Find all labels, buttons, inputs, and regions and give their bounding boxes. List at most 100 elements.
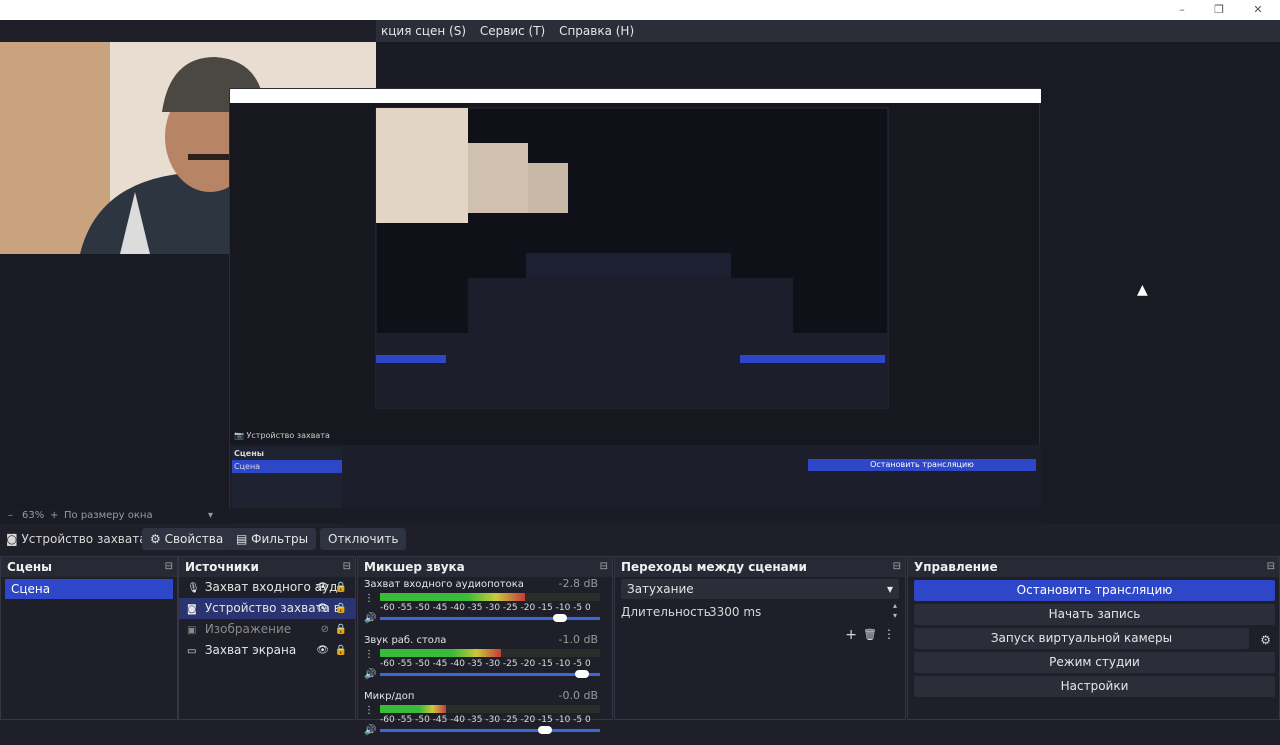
scene-item[interactable]: Сцена — [5, 579, 173, 599]
duration-row: Длительность 3300 ms ▴ ▾ — [615, 601, 905, 625]
duration-input[interactable]: 3300 ms — [709, 605, 761, 619]
dock-menu-icon[interactable]: ⊟ — [1267, 557, 1275, 577]
fit-mode[interactable]: По размеру окна — [64, 510, 153, 521]
eye-icon[interactable]: 👁 — [316, 598, 329, 619]
mixer-channel-db: -2.8 dB — [558, 577, 599, 590]
zoom-level: 63% — [22, 510, 45, 521]
eye-off-icon[interactable]: ⊘ — [321, 619, 329, 640]
volume-slider-knob[interactable] — [538, 726, 552, 734]
studio-mode-button[interactable]: Режим студии — [914, 652, 1275, 673]
scenes-dock: Сцены ⊟ Сцена — [0, 556, 178, 720]
source-item-audio-input[interactable]: 🎙 Захват входного ауд 👁 🔒 — [179, 577, 355, 598]
minimize-icon[interactable]: – — [1172, 2, 1192, 18]
eye-icon[interactable]: 👁 — [316, 640, 329, 661]
filters-button[interactable]: ▤ Фильтры — [228, 528, 317, 550]
meter-scale: -60 -55 -50 -45 -40 -35 -30 -25 -20 -15 … — [380, 715, 591, 725]
dock-menu-icon[interactable]: ⊟ — [343, 557, 351, 577]
dock-menu-icon[interactable]: ⊟ — [165, 557, 173, 577]
volume-meter-fill — [380, 593, 526, 601]
lock-icon[interactable]: 🔒 — [335, 577, 347, 598]
source-item-image[interactable]: ▣ Изображение ⊘ 🔒 — [179, 619, 355, 640]
source-toolbar: ◙ Устройство захвата ⚙ Свойства ▤ Фильтр… — [0, 526, 1280, 552]
chevron-down-icon[interactable]: ▾ — [208, 510, 213, 521]
settings-button[interactable]: Настройки — [914, 676, 1275, 697]
mixer-channel-name: Звук раб. стола — [364, 635, 447, 646]
volume-slider[interactable] — [380, 729, 600, 732]
transitions-dock-title: Переходы между сценами ⊟ — [615, 557, 905, 577]
monitor-icon: ▭ — [187, 646, 197, 657]
controls-dock: Управление ⊟ Остановить трансляцию Начат… — [907, 556, 1280, 720]
filter-icon: ▤ — [236, 532, 248, 546]
add-icon[interactable]: + — [845, 627, 857, 643]
start-virtual-camera-button[interactable]: Запуск виртуальной камеры — [914, 628, 1249, 649]
dock-menu-icon[interactable]: ⊟ — [893, 557, 901, 577]
window-titlebar: – ❐ ✕ — [0, 0, 1280, 20]
lock-icon[interactable]: 🔒 — [335, 619, 347, 640]
close-icon[interactable]: ✕ — [1248, 2, 1268, 18]
mixer-dock-title: Микшер звука ⊟ — [358, 557, 612, 577]
gear-icon[interactable]: ⚙ — [1260, 633, 1271, 647]
menu-help[interactable]: Справка (H) — [554, 20, 639, 42]
scenes-dock-title: Сцены ⊟ — [1, 557, 177, 577]
volume-slider-knob[interactable] — [575, 670, 590, 678]
menu-scene-collection[interactable]: кция сцен (S) — [376, 20, 471, 42]
mixer-dock: Микшер звука ⊟ Захват входного аудиопото… — [357, 556, 613, 736]
start-recording-button[interactable]: Начать запись — [914, 604, 1275, 625]
microphone-icon: 🎙 — [187, 583, 200, 594]
volume-slider-knob[interactable] — [553, 614, 568, 622]
menu-bar: кция сцен (S) Сервис (T) Справка (H) — [376, 20, 1280, 42]
transition-select[interactable]: Затухание ▾ — [621, 579, 899, 599]
duration-stepper[interactable]: ▴ ▾ — [893, 601, 897, 621]
mixer-channel-db: -1.0 dB — [558, 633, 599, 646]
chevron-down-icon: ▾ — [886, 582, 893, 596]
mouse-cursor: ▲ — [1137, 282, 1148, 298]
nested-titlebar — [230, 89, 1041, 103]
more-icon[interactable]: ⋮ — [364, 649, 374, 661]
source-item-screen-capture[interactable]: ▭ Захват экрана 👁 🔒 — [179, 640, 355, 661]
volume-slider[interactable] — [380, 673, 600, 676]
zoom-plus[interactable]: + — [50, 510, 58, 521]
preview-status: – 63% + По размеру окна ▾ — [0, 508, 1280, 524]
virtual-camera-row: Запуск виртуальной камеры ⚙ — [908, 628, 1279, 649]
source-item-capture-device[interactable]: ◙ Устройство захвата в 👁 🔒 — [179, 598, 355, 619]
trash-icon[interactable]: 🗑 — [863, 628, 877, 641]
source-toolbar-name: ◙ Устройство захвата — [6, 532, 147, 546]
dock-menu-icon[interactable]: ⊟ — [600, 557, 608, 577]
more-icon[interactable]: ⋮ — [364, 593, 374, 605]
menu-tools[interactable]: Сервис (T) — [475, 20, 550, 42]
more-icon[interactable]: ⋮ — [364, 705, 374, 717]
controls-dock-title: Управление ⊟ — [908, 557, 1279, 577]
speaker-icon[interactable]: 🔊 — [364, 725, 376, 736]
speaker-icon[interactable]: 🔊 — [364, 669, 376, 680]
preview-canvas[interactable]: 📷 Устройство захвата Сцены Сцена Останов… — [0, 42, 1280, 545]
lock-icon[interactable]: 🔒 — [335, 598, 347, 619]
disable-button[interactable]: Отключить — [320, 528, 407, 550]
lock-icon[interactable]: 🔒 — [335, 640, 347, 661]
mixer-channel: Микр/доп -0.0 dB ⋮ -60 -55 -50 -45 -40 -35 … — [358, 689, 612, 745]
properties-button[interactable]: ⚙ Свойства — [142, 528, 232, 550]
eye-icon[interactable]: 👁 — [316, 577, 329, 598]
gear-icon: ⚙ — [150, 532, 161, 546]
camera-icon: ◙ — [6, 532, 18, 546]
mixer-channel: Захват входного аудиопотока -2.8 dB ⋮ -60 -… — [358, 577, 612, 633]
volume-meter-fill — [380, 705, 446, 713]
nested-source-name: 📷 Устройство захвата — [234, 431, 330, 440]
zoom-minus[interactable]: – — [8, 510, 13, 521]
sources-dock: Источники ⊟ 🎙 Захват входного ауд 👁 🔒 ◙ … — [178, 556, 356, 720]
volume-meter — [380, 593, 600, 601]
maximize-icon[interactable]: ❐ — [1209, 2, 1229, 18]
camera-icon: ◙ — [187, 604, 197, 615]
mixer-channel-name: Микр/доп — [364, 691, 415, 702]
nested-stop-stream: Остановить трансляцию — [808, 459, 1036, 471]
volume-meter-fill — [380, 649, 501, 657]
transition-actions: + 🗑 ⋮ — [615, 625, 905, 645]
more-icon[interactable]: ⋮ — [883, 627, 895, 641]
sources-dock-title: Источники ⊟ — [179, 557, 355, 577]
transition-select-row: Затухание ▾ — [615, 577, 905, 601]
speaker-icon[interactable]: 🔊 — [364, 613, 376, 624]
transitions-dock: Переходы между сценами ⊟ Затухание ▾ Дли… — [614, 556, 906, 720]
nested-preview: 📷 Устройство захвата Сцены Сцена Останов… — [229, 88, 1041, 545]
meter-scale: -60 -55 -50 -45 -40 -35 -30 -25 -20 -15 … — [380, 603, 591, 613]
volume-meter — [380, 705, 600, 713]
stop-streaming-button[interactable]: Остановить трансляцию — [914, 580, 1275, 601]
